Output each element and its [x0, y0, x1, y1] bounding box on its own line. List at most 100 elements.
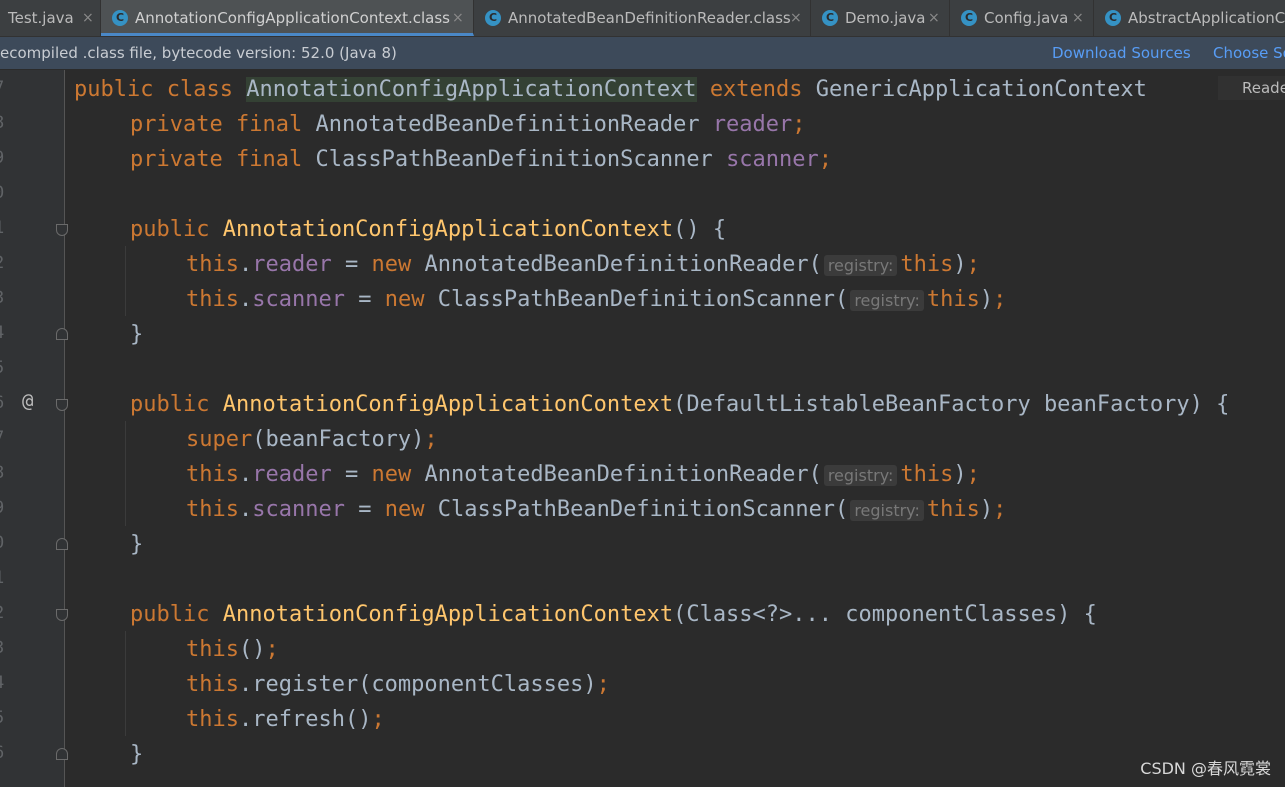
code-line: this.reader = new AnnotatedBeanDefinitio… [186, 247, 980, 283]
tab-config-java[interactable]: C Config.java × [950, 0, 1094, 36]
keyword: public [130, 217, 210, 242]
tab-annotated-bean-definition-reader[interactable]: C AnnotatedBeanDefinitionReader.class × [474, 0, 811, 36]
keyword: this [186, 637, 239, 662]
tab-label: AnnotationConfigApplicationContext.class [135, 9, 450, 27]
line-number: 1 [0, 568, 8, 588]
keyword: public [74, 77, 154, 102]
type-name: AnnotatedBeanDefinitionReader [315, 112, 700, 137]
code-line: public AnnotationConfigApplicationContex… [130, 387, 1229, 422]
keyword: extends [709, 77, 803, 102]
keyword: private [130, 112, 223, 137]
close-icon[interactable]: × [928, 0, 940, 36]
line-number: 0 [0, 183, 8, 203]
line-number: 6 [0, 743, 8, 763]
class-icon: C [961, 10, 977, 26]
keyword: final [235, 147, 303, 172]
fold-collapse-icon[interactable] [56, 224, 68, 236]
code-text: . [238, 462, 253, 487]
override-marker-icon[interactable]: @ [22, 390, 33, 412]
code-text: = [344, 497, 385, 522]
keyword: this [900, 252, 954, 277]
code-line: public class AnnotationConfigApplication… [74, 72, 1147, 107]
line-number: 2 [0, 253, 8, 273]
fold-collapse-icon[interactable] [56, 609, 68, 621]
class-name: AnnotationConfigApplicationContext [246, 77, 697, 102]
keyword: this [186, 497, 239, 522]
tab-abstract-application-context[interactable]: C AbstractApplicationC [1094, 0, 1285, 36]
code-line: this.register(componentClasses); [186, 667, 610, 702]
code-text: (beanFactory) [252, 427, 425, 452]
code-text: ) [953, 462, 967, 487]
parameter-hint: registry: [823, 255, 898, 276]
code-line: private final AnnotatedBeanDefinitionRea… [130, 107, 806, 142]
close-icon[interactable]: × [82, 0, 94, 36]
tab-test-java[interactable]: C Test.java × [0, 0, 101, 36]
line-number-gutter: 7 8 9 0 1 2 3 4 5 6 7 8 9 0 1 2 3 4 5 6 … [0, 70, 68, 787]
tab-annotation-config-application-context[interactable]: C AnnotationConfigApplicationContext.cla… [101, 0, 474, 36]
code-line: this.scanner = new ClassPathBeanDefiniti… [186, 282, 1006, 318]
code-text: AnnotatedBeanDefinitionReader( [424, 462, 822, 487]
line-number: 8 [0, 113, 8, 133]
code-editor[interactable]: 7 8 9 0 1 2 3 4 5 6 7 8 9 0 1 2 3 4 5 6 … [0, 70, 1285, 787]
indent-guide [125, 421, 126, 526]
code-text: = [344, 287, 385, 312]
download-sources-link[interactable]: Download Sources [1052, 37, 1191, 69]
class-icon: C [485, 10, 501, 26]
csdn-watermark: CSDN @春风霓裳 [1140, 759, 1271, 778]
code-text: . [238, 497, 253, 522]
close-icon[interactable]: × [790, 0, 802, 36]
code-text: . [238, 287, 253, 312]
code-text: } [130, 532, 144, 557]
code-line: this.reader = new AnnotatedBeanDefinitio… [186, 457, 980, 493]
editor-tab-bar: C Test.java × C AnnotationConfigApplicat… [0, 0, 1285, 37]
code-line: this(); [186, 632, 279, 667]
tab-label: Test.java [8, 9, 74, 27]
keyword: this [900, 462, 954, 487]
class-icon: C [112, 10, 128, 26]
code-line: public AnnotationConfigApplicationContex… [130, 597, 1097, 632]
line-number: 5 [0, 708, 8, 728]
code-text: () { [673, 217, 727, 242]
line-number: 0 [0, 533, 8, 553]
keyword: this [186, 252, 239, 277]
fold-end-icon[interactable] [56, 328, 68, 340]
tab-label: AbstractApplicationC [1128, 9, 1285, 27]
tab-demo-java[interactable]: C Demo.java × [811, 0, 950, 36]
fold-end-icon[interactable] [56, 748, 68, 760]
code-text: ) [979, 497, 994, 522]
line-number: 9 [0, 498, 8, 518]
code-line: public AnnotationConfigApplicationContex… [130, 212, 726, 247]
keyword: public [130, 392, 210, 417]
keyword: this [186, 672, 239, 697]
line-number: 3 [0, 288, 8, 308]
keyword: this [186, 462, 239, 487]
line-number: 1 [0, 218, 8, 238]
code-line: private final ClassPathBeanDefinitionSca… [130, 142, 832, 177]
type-name: ClassPathBeanDefinitionScanner [315, 147, 713, 172]
code-text: .refresh() [238, 707, 372, 732]
keyword: final [235, 112, 303, 137]
close-icon[interactable]: × [452, 0, 464, 36]
line-number: 6 [0, 393, 8, 413]
semicolon: ; [265, 637, 279, 662]
fold-end-icon[interactable] [56, 538, 68, 550]
code-text: (DefaultListableBeanFactory beanFactory)… [673, 392, 1230, 417]
field-name: scanner [726, 147, 819, 172]
close-icon[interactable]: × [1072, 0, 1084, 36]
code-text: = [331, 462, 372, 487]
decompiled-info-banner: ecompiled .class file, bytecode version:… [0, 37, 1285, 69]
fold-collapse-icon[interactable] [56, 399, 68, 411]
choose-sources-link[interactable]: Choose So [1213, 37, 1285, 69]
code-line: } [130, 527, 143, 562]
keyword: new [371, 462, 412, 487]
keyword: class [166, 77, 233, 102]
semicolon: ; [818, 147, 833, 172]
line-number: 5 [0, 358, 8, 378]
code-line: super(beanFactory); [186, 422, 438, 457]
code-text: ClassPathBeanDefinitionScanner( [437, 497, 849, 522]
semicolon: ; [993, 287, 1007, 312]
field-name: reader [712, 112, 793, 137]
method-name: AnnotationConfigApplicationContext [222, 392, 674, 417]
reader-mode-button[interactable]: Reade [1218, 76, 1285, 100]
superclass-name: GenericApplicationContext [815, 77, 1147, 102]
